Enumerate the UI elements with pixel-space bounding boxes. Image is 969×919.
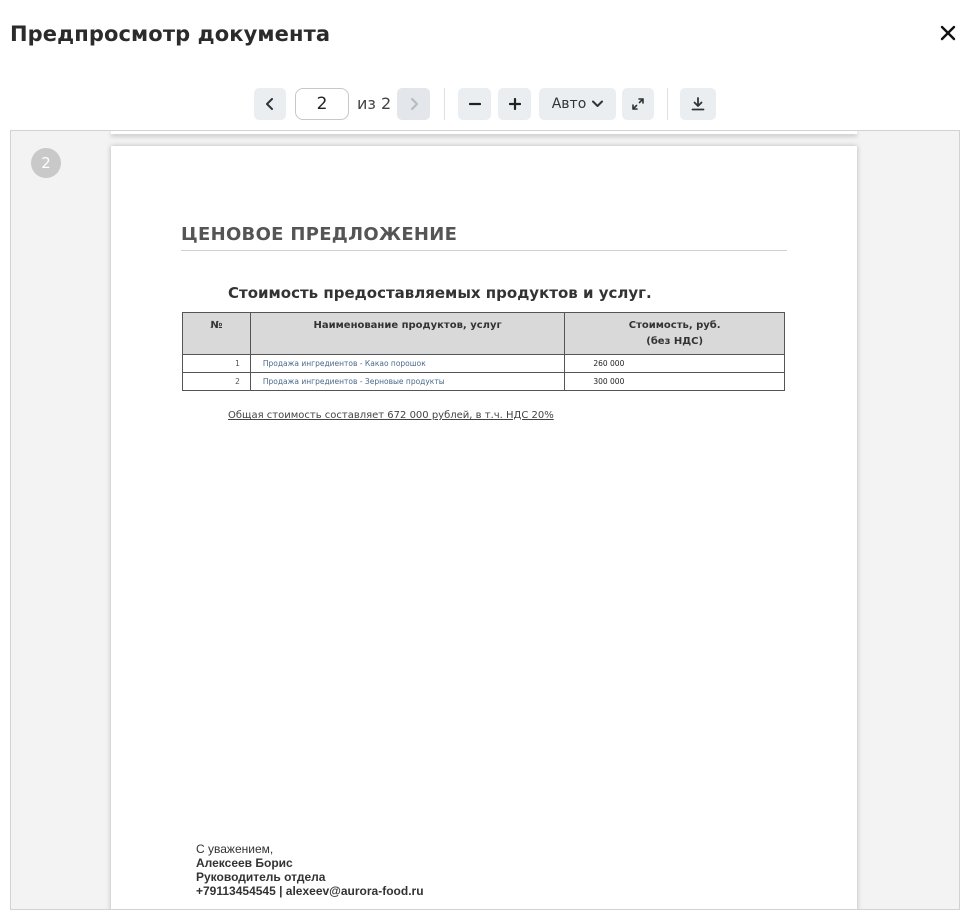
heading-rule — [181, 250, 787, 251]
modal-title: Предпросмотр документа — [10, 22, 331, 46]
column-header-cost: Стоимость, руб. (без НДС) — [564, 312, 785, 355]
page-number-badge: 2 — [31, 148, 61, 178]
close-button[interactable] — [939, 24, 957, 42]
column-header-cost-label: Стоимость, руб. — [628, 320, 721, 331]
fullscreen-button[interactable] — [622, 88, 654, 120]
chevron-down-icon — [592, 100, 604, 107]
plus-icon — [508, 98, 521, 110]
close-icon[interactable] — [939, 24, 957, 42]
zoom-in-button[interactable] — [498, 88, 531, 120]
download-button[interactable] — [680, 88, 716, 120]
document-page: ЦЕНОВОЕ ПРЕДЛОЖЕНИЕ Стоимость предоставл… — [111, 146, 857, 909]
toolbar-separator — [667, 88, 668, 120]
prev-page-button[interactable] — [254, 88, 286, 120]
toolbar-separator — [444, 88, 445, 120]
row-number: 2 — [182, 372, 251, 391]
document-viewer[interactable]: 2 ЦЕНОВОЕ ПРЕДЛОЖЕНИЕ Стоимость предоста… — [10, 130, 960, 910]
zoom-select-label: Авто — [551, 96, 587, 112]
row-name: Продажа ингредиентов - Зерновые продукты — [249, 372, 566, 391]
expand-icon — [632, 98, 644, 110]
signature-contact: +79113454545 | alexeev@aurora-food.ru — [196, 884, 424, 898]
signature-block: С уважением, Алексеев Борис Руководитель… — [196, 842, 424, 898]
page-number-input[interactable] — [295, 88, 349, 120]
row-cost: 300 000 — [564, 372, 785, 391]
signature-position: Руководитель отдела — [196, 870, 326, 884]
next-page-button[interactable] — [397, 88, 430, 120]
minus-icon — [468, 102, 481, 106]
row-number: 1 — [182, 354, 251, 373]
table-row: 1 Продажа ингредиентов - Какао порошок 2… — [182, 354, 785, 373]
toolbar: из 2 Авто — [0, 88, 969, 120]
row-name: Продажа ингредиентов - Какао порошок — [249, 354, 566, 373]
price-table: № Наименование продуктов, услуг Стоимост… — [182, 312, 785, 391]
signature-greeting: С уважением, — [196, 842, 274, 856]
document-subheading: Стоимость предоставляемых продуктов и ус… — [228, 284, 652, 302]
column-header-cost-note: (без НДС) — [646, 336, 704, 347]
column-header-number: № — [182, 312, 251, 355]
chevron-right-icon — [410, 98, 418, 110]
column-header-name: Наименование продуктов, услуг — [249, 312, 566, 355]
download-icon — [691, 97, 705, 111]
zoom-out-button[interactable] — [458, 88, 491, 120]
previous-page-edge — [111, 131, 857, 134]
table-header-row: № Наименование продуктов, услуг Стоимост… — [182, 312, 785, 355]
total-cost-line: Общая стоимость составляет 672 000 рубле… — [228, 410, 554, 421]
signature-name: Алексеев Борис — [196, 856, 293, 870]
zoom-select[interactable]: Авто — [539, 88, 616, 120]
table-row: 2 Продажа ингредиентов - Зерновые продук… — [182, 372, 785, 391]
page-count-label: из 2 — [357, 94, 392, 113]
document-heading: ЦЕНОВОЕ ПРЕДЛОЖЕНИЕ — [181, 224, 458, 245]
chevron-left-icon — [266, 98, 273, 110]
row-cost: 260 000 — [564, 354, 785, 373]
